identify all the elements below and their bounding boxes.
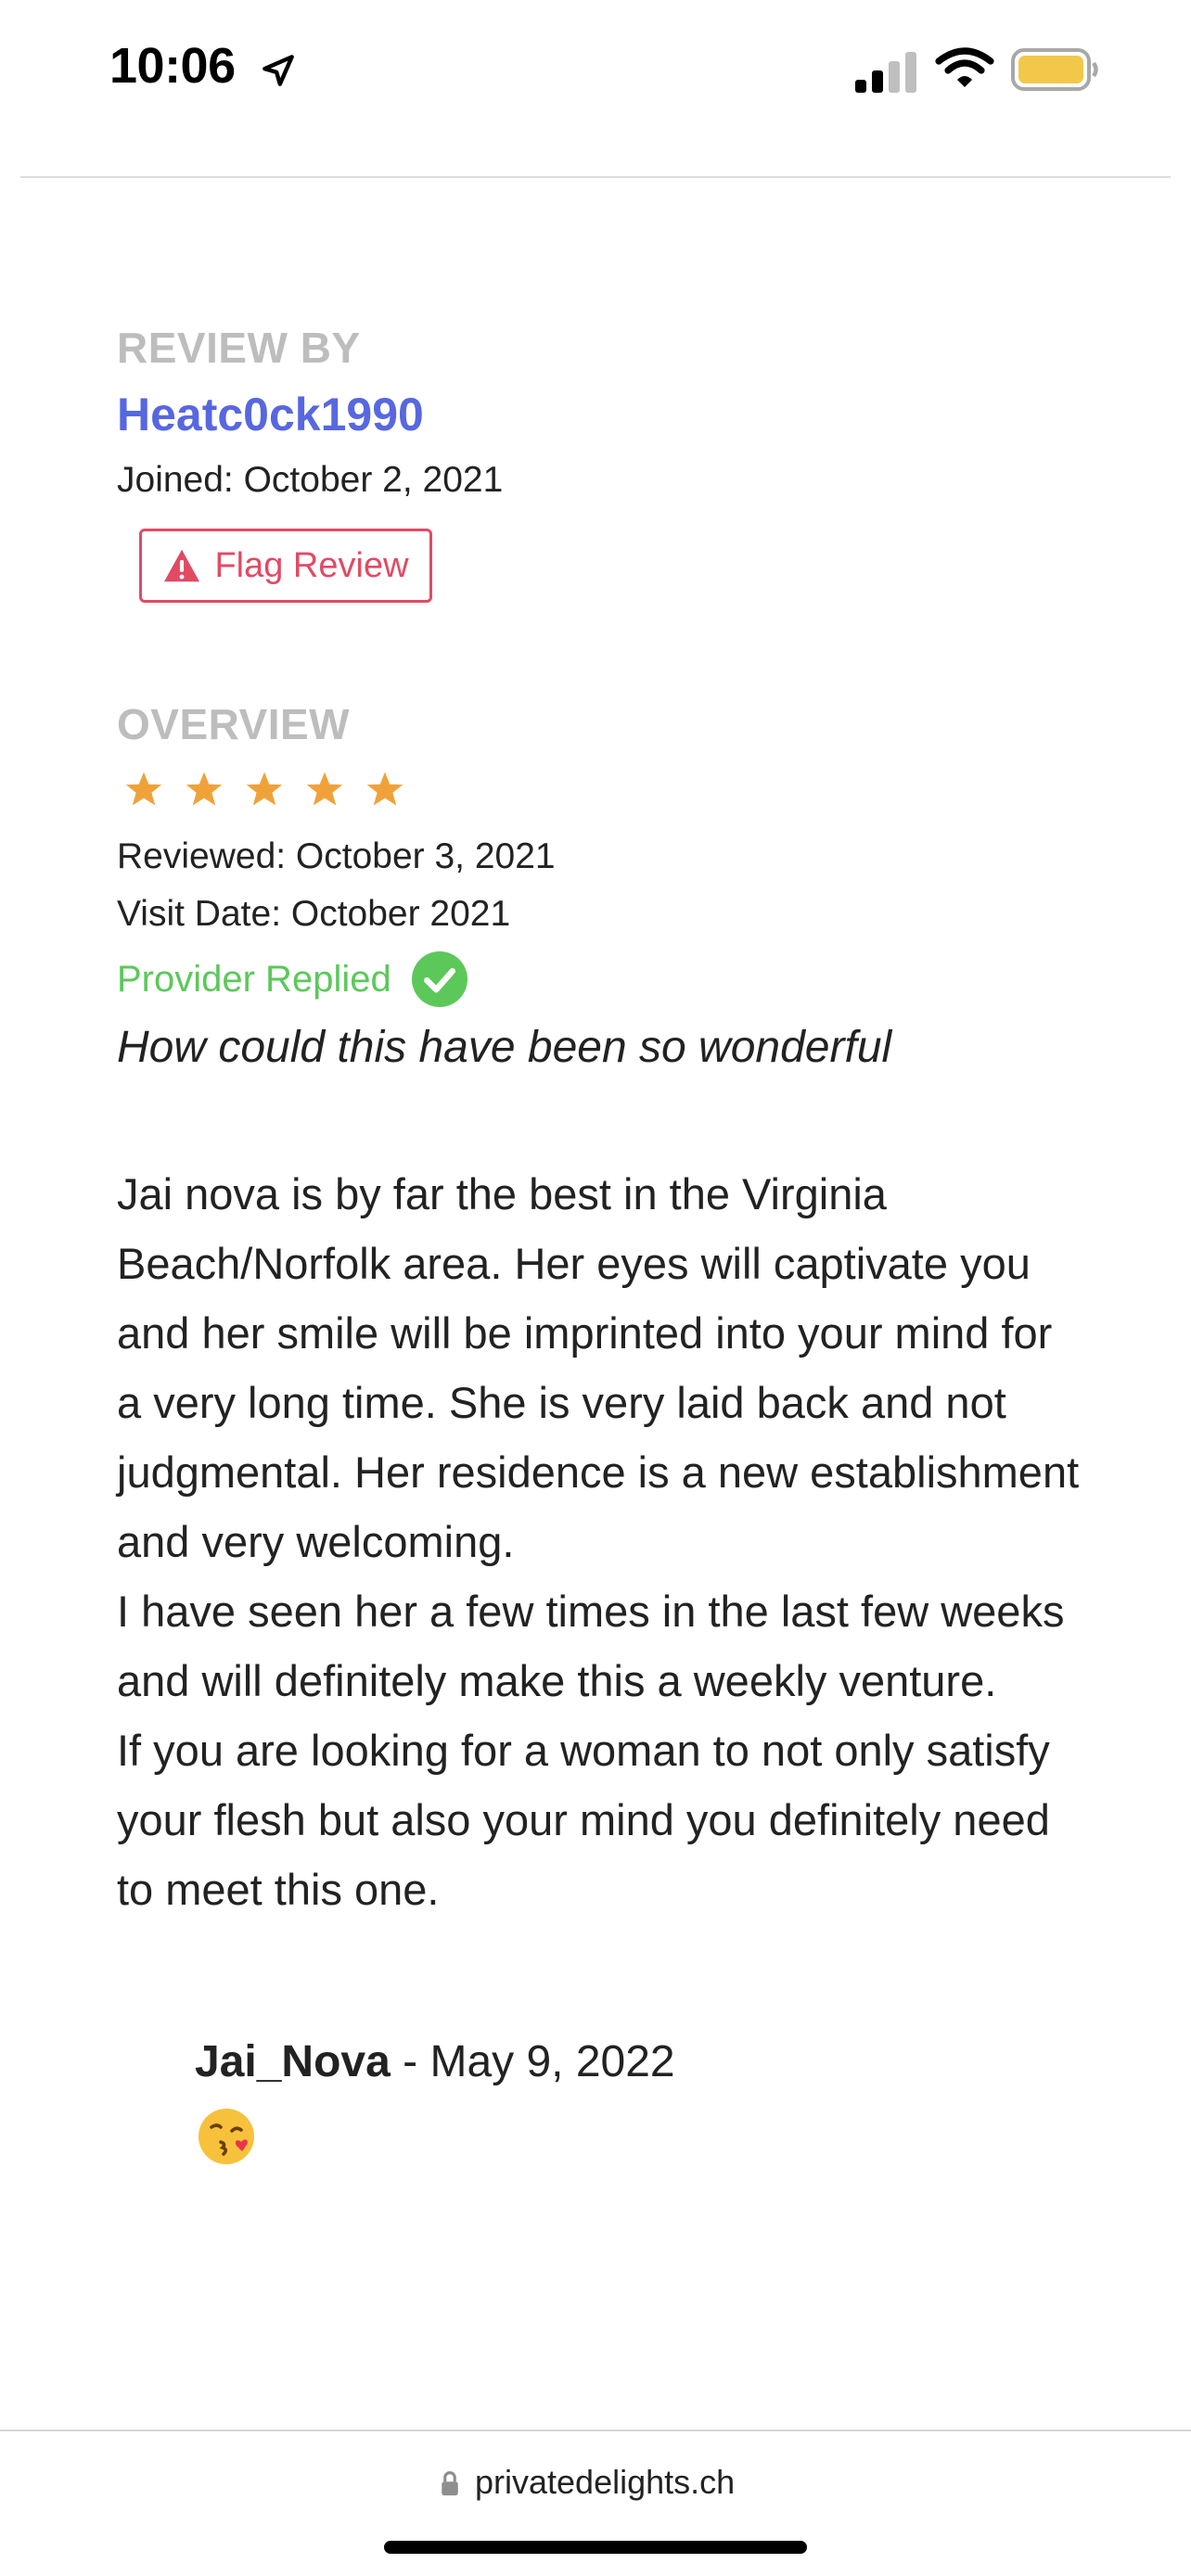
cellular-signal-icon: [855, 52, 916, 93]
check-circle-icon: [412, 951, 467, 1007]
star-icon: [125, 772, 162, 806]
wifi-icon: [935, 47, 994, 87]
flag-review-button[interactable]: Flag Review: [139, 529, 432, 603]
reviewed-date: Reviewed: October 3, 2021: [117, 836, 556, 876]
overview-label: OVERVIEW: [117, 700, 351, 748]
review-headline: How could this have been so wonderful: [117, 1023, 892, 1072]
address-url[interactable]: privatedelights.ch: [475, 2463, 735, 2502]
review-by-label: REVIEW BY: [117, 324, 361, 372]
kissing-face-emoji-icon: [198, 2109, 254, 2164]
lock-icon: [442, 2471, 458, 2496]
star-icon: [366, 772, 403, 806]
star-icon: [186, 772, 223, 806]
home-indicator[interactable]: [384, 2541, 807, 2554]
provider-reply-header: Jai_Nova - May 9, 2022: [195, 2036, 675, 2087]
header-divider: [20, 176, 1171, 178]
review-body: Jai nova is by far the best in the Virgi…: [117, 1169, 1080, 1914]
reply-date: May 9, 2022: [429, 2037, 675, 2086]
star-icon: [306, 772, 343, 806]
star-icon: [246, 772, 283, 806]
flag-review-label: Flag Review: [214, 545, 409, 585]
reviewer-username-link[interactable]: Heatc0ck1990: [117, 388, 424, 441]
browser-address-bar[interactable]: [0, 2431, 1191, 2576]
battery-icon: [1011, 48, 1098, 91]
location-arrow-icon: [263, 55, 294, 86]
rating-stars: [124, 770, 404, 809]
provider-replied-status: Provider Replied: [117, 959, 391, 1000]
visit-date: Visit Date: October 2021: [117, 894, 511, 934]
reply-separator: -: [390, 2037, 430, 2086]
status-bar: 10:06: [0, 0, 1191, 139]
reply-author: Jai_Nova: [195, 2037, 391, 2086]
status-time: 10:06: [109, 38, 236, 94]
warning-triangle-icon: [164, 549, 200, 582]
reviewer-joined-date: Joined: October 2, 2021: [117, 460, 504, 500]
